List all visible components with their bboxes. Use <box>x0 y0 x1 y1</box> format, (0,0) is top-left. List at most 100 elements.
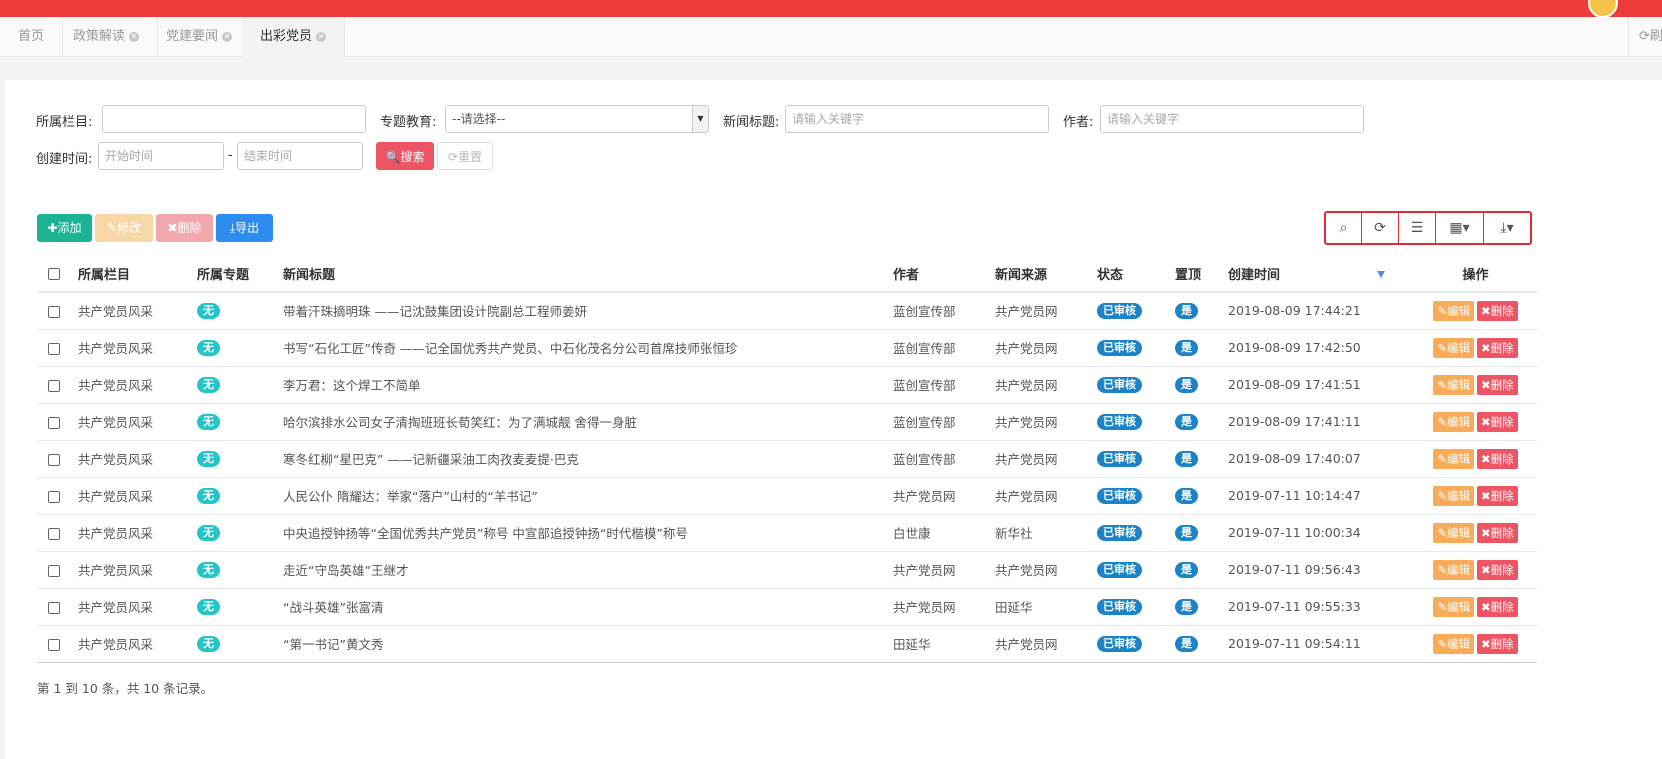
header-topic[interactable]: 所属专题 <box>197 256 283 293</box>
table-row[interactable]: 共产党员风采无 带着汗珠摘明珠 ——记沈鼓集团设计院副总工程师姜妍 蓝创宣传部 共产党… <box>37 292 1537 330</box>
cell-author: 蓝创宣传部 <box>893 292 995 330</box>
row-edit-button[interactable]: ✎编辑 <box>1433 633 1474 654</box>
row-checkbox[interactable] <box>48 638 60 651</box>
row-checkbox[interactable] <box>48 527 60 540</box>
table-row[interactable]: 共产党员风采无 哈尔滨排水公司女子清掏班班长荀笑红：为了满城靓 舍得一身脏 蓝创宣传… <box>37 403 1537 441</box>
close-icon[interactable]: ✕ <box>129 32 140 42</box>
topic-filter-select[interactable]: --请选择-- ▼ <box>445 105 709 133</box>
cell-column: 共产党员风采 <box>78 551 197 589</box>
row-checkbox[interactable] <box>48 416 60 429</box>
table-row[interactable]: 共产党员风采无 李万君：这个焊工不简单 蓝创宣传部 共产党员网 已审核 是 2019-08-… <box>37 366 1537 404</box>
avatar[interactable] <box>1588 0 1618 18</box>
header-author[interactable]: 作者 <box>893 256 995 293</box>
column-filter-input[interactable] <box>102 105 366 133</box>
row-delete-label: 删除 <box>1490 340 1514 355</box>
row-edit-button[interactable]: ✎编辑 <box>1433 485 1474 506</box>
row-delete-button[interactable]: ✖删除 <box>1477 374 1518 395</box>
cell-column: 共产党员风采 <box>78 403 197 441</box>
delete-button[interactable]: ✖删除 <box>156 214 213 242</box>
cell-actions: ✎编辑 ✖删除 <box>1414 477 1537 515</box>
table-row[interactable]: 共产党员风采无 寒冬红柳“星巴克” ——记新疆采油工肉孜麦麦提·巴克 蓝创宣传部 共产… <box>37 440 1537 478</box>
tab-home[interactable]: 首页 <box>0 17 64 57</box>
cell-created: 2019-07-11 09:55:33 <box>1228 588 1414 626</box>
edit-button[interactable]: ✎修改 <box>95 214 153 242</box>
tab-policy[interactable]: 政策解读 ✕ <box>55 17 159 57</box>
cell-actions: ✎编辑 ✖删除 <box>1414 366 1537 404</box>
table-row[interactable]: 共产党员风采无 “战斗英雄”张富清 共产党员网 田延华 已审核 是 2019-07-11 0… <box>37 588 1537 626</box>
row-checkbox[interactable] <box>48 305 60 318</box>
reset-button-label: 重置 <box>458 150 483 164</box>
table-row[interactable]: 共产党员风采无人民公仆 隋耀达：举家“落户”山村的“羊书记” 共产党员网 共产党员网… <box>37 477 1537 515</box>
export-dropdown-button[interactable]: ⤓▾ <box>1484 213 1530 243</box>
table-row[interactable]: 共产党员风采无 书写“石化工匠”传奇 ——记全国优秀共产党员、中石化茂名分公司首席… <box>37 329 1537 367</box>
select-all-checkbox[interactable] <box>48 267 60 280</box>
close-icon[interactable]: ✕ <box>222 32 233 42</box>
row-edit-button[interactable]: ✎编辑 <box>1433 374 1474 395</box>
row-checkbox[interactable] <box>48 564 60 577</box>
cell-column: 共产党员风采 <box>78 477 197 515</box>
cell-status: 已审核 <box>1097 477 1175 515</box>
add-button[interactable]: ✚添加 <box>37 214 92 242</box>
row-checkbox[interactable] <box>48 601 60 614</box>
author-filter-input[interactable]: 请输入关键字 <box>1100 105 1364 133</box>
row-edit-button[interactable]: ✎编辑 <box>1433 596 1474 617</box>
cell-source: 共产党员网 <box>995 292 1097 330</box>
row-delete-button[interactable]: ✖删除 <box>1477 300 1518 321</box>
row-delete-button[interactable]: ✖删除 <box>1477 337 1518 358</box>
delete-button-label: 删除 <box>177 221 202 235</box>
close-icon[interactable]: ✕ <box>316 32 327 42</box>
export-button[interactable]: ⤓导出 <box>216 214 273 242</box>
row-checkbox[interactable] <box>48 379 60 392</box>
row-checkbox[interactable] <box>48 453 60 466</box>
row-edit-label: 编辑 <box>1447 451 1470 466</box>
row-delete-button[interactable]: ✖删除 <box>1477 633 1518 654</box>
topic-badge: 无 <box>197 451 220 467</box>
search-button[interactable]: 🔍搜索 <box>376 142 434 170</box>
row-delete-button[interactable]: ✖删除 <box>1477 485 1518 506</box>
row-select-cell <box>37 477 78 515</box>
cell-created: 2019-07-11 10:14:47 <box>1228 477 1414 515</box>
table-row[interactable]: 共产党员风采无 中央追授钟扬等“全国优秀共产党员”称号 中宣部追授钟扬“时代楷模”… <box>37 514 1537 552</box>
toggle-view-button[interactable]: ☰ <box>1399 213 1436 243</box>
row-edit-button[interactable]: ✎编辑 <box>1433 559 1474 580</box>
cell-actions: ✎编辑 ✖删除 <box>1414 440 1537 478</box>
row-delete-button[interactable]: ✖删除 <box>1477 559 1518 580</box>
topic-badge: 无 <box>197 599 220 615</box>
row-edit-button[interactable]: ✎编辑 <box>1433 337 1474 358</box>
table-row[interactable]: 共产党员风采无走近“守岛英雄”王继才 共产党员网 共产党员网 已审核是 2019-07-… <box>37 551 1537 589</box>
header-column[interactable]: 所属栏目 <box>78 256 197 293</box>
row-delete-button[interactable]: ✖删除 <box>1477 411 1518 432</box>
tab-party-news[interactable]: 党建要闻 ✕ <box>148 17 252 57</box>
tab-outstanding-members[interactable]: 出彩党员 ✕ <box>242 17 346 57</box>
row-edit-button[interactable]: ✎编辑 <box>1433 448 1474 469</box>
title-filter-input[interactable]: 请输入关键字 <box>785 105 1049 133</box>
row-edit-button[interactable]: ✎编辑 <box>1433 300 1474 321</box>
table-row[interactable]: 共产党员风采无 “第一书记”黄文秀 田延华 共产党员网 已审核 是 2019-07-11 0… <box>37 625 1537 663</box>
row-delete-button[interactable]: ✖删除 <box>1477 522 1518 543</box>
row-edit-button[interactable]: ✎编辑 <box>1433 522 1474 543</box>
end-time-input[interactable]: 结束时间 <box>237 142 363 170</box>
start-time-input[interactable]: 开始时间 <box>98 142 224 170</box>
topic-badge: 无 <box>197 562 220 578</box>
table-search-button[interactable]: ⌕ <box>1326 213 1362 243</box>
row-edit-button[interactable]: ✎编辑 <box>1433 411 1474 432</box>
row-delete-button[interactable]: ✖删除 <box>1477 596 1518 617</box>
row-delete-button[interactable]: ✖删除 <box>1477 448 1518 469</box>
row-checkbox[interactable] <box>48 342 60 355</box>
table-refresh-button[interactable]: ⟳ <box>1362 213 1399 243</box>
header-title[interactable]: 新闻标题 <box>283 256 893 293</box>
header-status[interactable]: 状态 <box>1097 256 1175 293</box>
cell-author: 共产党员网 <box>893 551 995 589</box>
topic-select-value: --请选择-- <box>452 112 506 126</box>
header-created[interactable]: 创建时间 <box>1228 256 1414 293</box>
cell-column: 共产党员风采 <box>78 440 197 478</box>
refresh-icon: ⟳ <box>447 150 459 164</box>
columns-dropdown-button[interactable]: ▦▾ <box>1436 213 1484 243</box>
refresh-tab-button[interactable]: ⟳刷新 <box>1628 17 1662 57</box>
cell-topic: 无 <box>197 588 283 626</box>
reset-button[interactable]: ⟳重置 <box>437 142 493 170</box>
header-source[interactable]: 新闻来源 <box>995 256 1097 293</box>
header-top[interactable]: 置顶 <box>1175 256 1228 293</box>
row-edit-label: 编辑 <box>1447 488 1470 503</box>
row-checkbox[interactable] <box>48 490 60 503</box>
